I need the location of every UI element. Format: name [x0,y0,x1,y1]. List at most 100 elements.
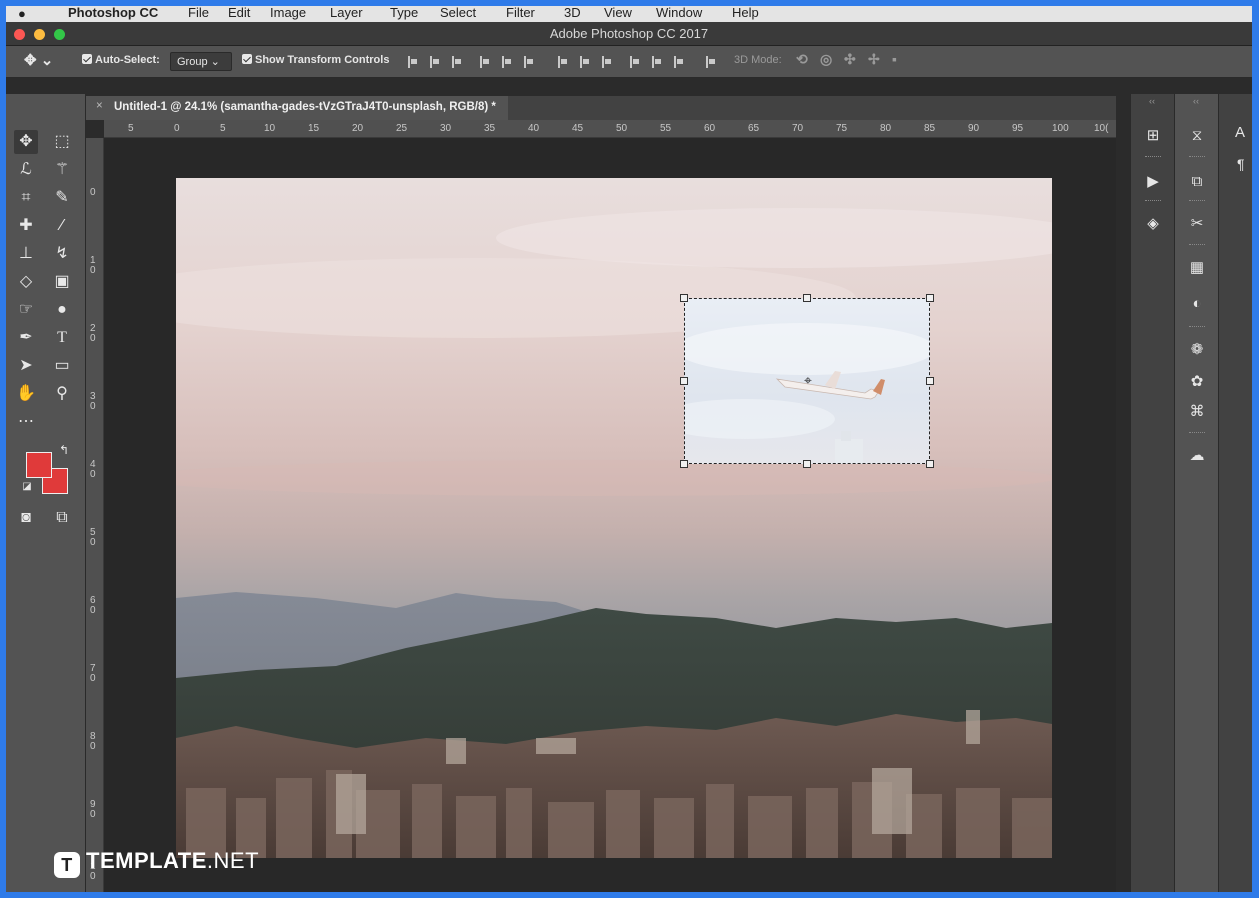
default-colors-icon[interactable]: ◪ [20,480,34,494]
panel-grip[interactable] [1189,432,1205,434]
tool-presets-icon[interactable]: ✂ [1187,214,1207,234]
paths-icon[interactable]: ⌘ [1187,402,1207,422]
transform-handle-left[interactable] [680,377,688,385]
gradient-tool-icon[interactable]: ▣ [50,270,74,294]
align-bottom-icon[interactable] [452,56,462,68]
channels-icon[interactable]: ❁ [1187,340,1207,360]
dodge-tool-icon[interactable]: ● [50,298,74,322]
horizontal-ruler[interactable]: 5 0 5 10 15 20 25 30 35 40 45 50 55 60 6… [104,120,1116,138]
align-right-icon[interactable] [524,56,534,68]
crop-tool-icon[interactable]: ⌗ [14,186,38,210]
history-icon[interactable]: ⧖ [1187,126,1207,146]
document-image[interactable]: ⌖ [176,178,1052,858]
creative-cloud-icon[interactable]: ☁ [1187,446,1207,466]
panel-grip[interactable] [1189,200,1205,202]
type-tool-icon[interactable]: T [50,326,74,350]
3d-rotate-icon[interactable]: ⟲ [796,51,808,68]
align-hcenter-icon[interactable] [502,56,512,68]
lasso-tool-icon[interactable]: ℒ [14,158,38,182]
menu-image[interactable]: Image [270,6,306,20]
eraser-tool-icon[interactable]: ◇ [14,270,38,294]
magic-wand-tool-icon[interactable]: ⚚ [50,158,74,182]
collapse-dock-icon[interactable]: ‹‹ [1149,96,1155,106]
transform-handle-bottom-right[interactable] [926,460,934,468]
transform-handle-bottom-left[interactable] [680,460,688,468]
menu-filter[interactable]: Filter [506,6,535,20]
zoom-tool-icon[interactable]: ⚲ [50,382,74,406]
panel-grip[interactable] [1189,244,1205,246]
actions-play-icon[interactable]: ▶ [1143,172,1163,192]
panel-grip[interactable] [1145,156,1161,158]
smudge-tool-icon[interactable]: ☞ [14,298,38,322]
healing-brush-icon[interactable]: ✚ [14,214,38,238]
marquee-tool-icon[interactable]: ⬚ [50,130,74,154]
distribute-bottom-icon[interactable] [602,56,612,68]
reference-point-crosshair-icon[interactable]: ⌖ [801,373,815,387]
properties-icon[interactable]: ⧉ [1187,172,1207,192]
menu-select[interactable]: Select [440,6,476,20]
adjustments-icon[interactable]: ▦ [1187,258,1207,278]
auto-align-icon[interactable] [706,56,716,68]
vertical-ruler[interactable]: 0 1 0 2 0 3 0 4 0 5 0 6 0 7 0 8 0 9 0 1 … [86,138,104,892]
auto-select-checkbox[interactable]: Auto-Select: [82,54,160,66]
menu-app-name[interactable]: Photoshop CC [68,6,158,20]
distribute-vcenter-icon[interactable] [580,56,590,68]
panel-grip[interactable] [1189,326,1205,328]
styles-icon[interactable]: ◐ [1187,294,1207,314]
rectangle-tool-icon[interactable]: ▭ [50,354,74,378]
distribute-left-icon[interactable] [630,56,640,68]
swatches-icon[interactable]: ✿ [1187,372,1207,392]
3d-roll-icon[interactable]: ◎ [820,51,832,68]
3d-slide-icon[interactable]: ✢ [868,51,880,68]
menu-help[interactable]: Help [732,6,759,20]
menu-layer[interactable]: Layer [330,6,363,20]
quick-mask-icon[interactable]: ◙ [14,506,38,530]
clone-stamp-icon[interactable]: ⊥ [14,242,38,266]
3d-scale-icon[interactable]: ▪ [892,51,897,67]
layers-icon[interactable]: ◈ [1143,214,1163,234]
libraries-icon[interactable]: ⊞ [1143,126,1163,146]
pen-tool-icon[interactable]: ✒ [14,326,38,350]
brush-tool-icon[interactable]: ⁄ [50,214,74,238]
transform-handle-top[interactable] [803,294,811,302]
3d-pan-icon[interactable]: ✣ [844,51,856,68]
paragraph-icon[interactable]: ¶ [1237,156,1245,172]
apple-logo-icon[interactable]: ● [18,6,26,21]
document-tab[interactable]: × Untitled-1 @ 24.1% (samantha-gades-tVz… [86,96,508,120]
swap-colors-icon[interactable]: ↰ [56,442,72,458]
transform-handle-top-right[interactable] [926,294,934,302]
show-transform-checkbox[interactable]: Show Transform Controls [242,54,389,66]
menu-file[interactable]: File [188,6,209,20]
hand-tool-icon[interactable]: ✋ [14,382,38,406]
distribute-top-icon[interactable] [558,56,568,68]
screen-mode-icon[interactable]: ⧉ [50,506,74,530]
menu-type[interactable]: Type [390,6,418,20]
transform-handle-bottom[interactable] [803,460,811,468]
distribute-right-icon[interactable] [674,56,684,68]
history-brush-icon[interactable]: ↯ [50,242,74,266]
align-left-icon[interactable] [480,56,490,68]
foreground-color-swatch[interactable] [26,452,52,478]
close-document-icon[interactable]: × [96,100,103,112]
auto-select-dropdown[interactable]: Group ⌄ [170,52,232,71]
move-tool-icon[interactable]: ✥ [14,130,38,154]
canvas-area[interactable]: ⌖ [104,138,1116,892]
transform-bounding-box[interactable]: ⌖ [684,298,930,464]
panel-grip[interactable] [1189,156,1205,158]
more-tools-icon[interactable]: ⋯ [14,410,38,434]
transform-handle-top-left[interactable] [680,294,688,302]
panel-grip[interactable] [1145,200,1161,202]
menu-view[interactable]: View [604,6,632,20]
transform-handle-right[interactable] [926,377,934,385]
align-top-icon[interactable] [408,56,418,68]
eyedropper-tool-icon[interactable]: ✎ [50,186,74,210]
move-tool-preset-icon[interactable]: ✥ ⌄ [24,51,53,69]
path-select-icon[interactable]: ➤ [14,354,38,378]
menu-window[interactable]: Window [656,6,702,20]
menu-3d[interactable]: 3D [564,6,581,20]
menu-edit[interactable]: Edit [228,6,250,20]
collapse-dock-icon[interactable]: ‹‹ [1193,96,1199,106]
distribute-hcenter-icon[interactable] [652,56,662,68]
align-vcenter-icon[interactable] [430,56,440,68]
character-panel-tab[interactable]: A [1235,124,1245,141]
